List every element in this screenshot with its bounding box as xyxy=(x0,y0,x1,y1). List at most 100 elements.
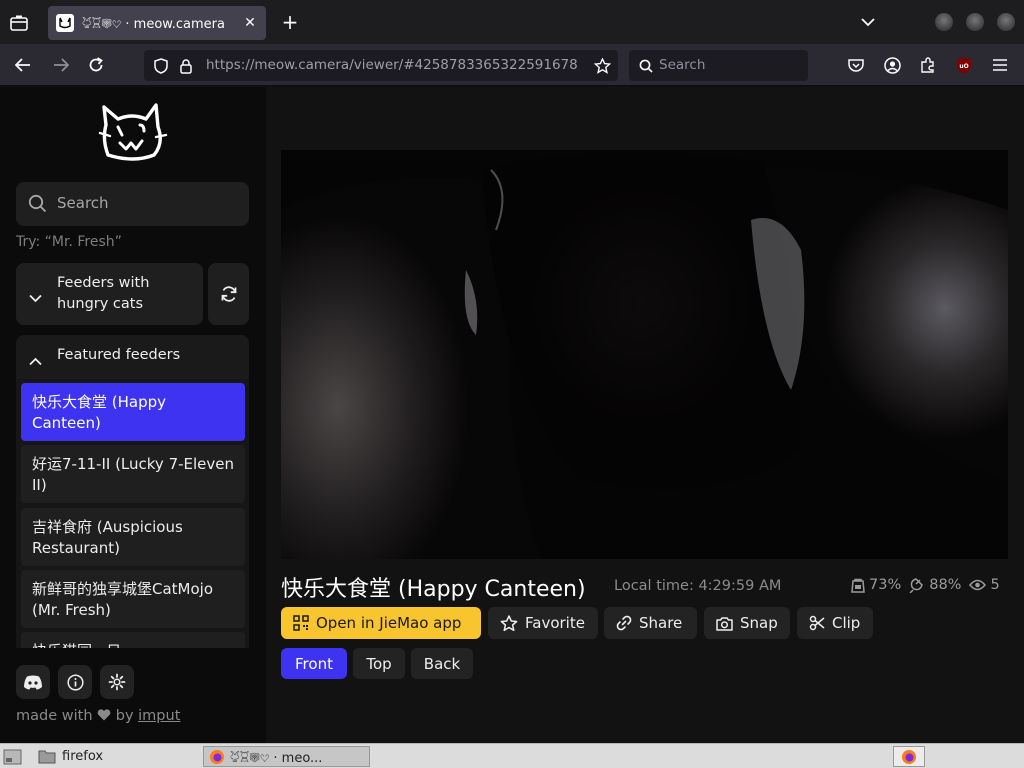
taskbar-tray-firefox[interactable] xyxy=(893,746,925,767)
share-button[interactable]: Share xyxy=(604,607,697,639)
local-time: Local time: 4:29:59 AM xyxy=(614,578,782,594)
made-with-credit: made with by imput xyxy=(16,708,180,724)
pocket-icon[interactable] xyxy=(846,55,866,75)
url-host: https://meow.camera xyxy=(206,57,350,73)
star-icon xyxy=(500,614,518,631)
camera-frame-image xyxy=(281,150,1008,559)
open-in-jiemao-app-button[interactable]: Open in JieMao app xyxy=(281,607,481,639)
author-link[interactable]: imput xyxy=(138,708,180,724)
bookmark-star-icon[interactable] xyxy=(592,56,612,76)
account-icon[interactable] xyxy=(882,55,902,75)
featured-feeder-list: 快乐大食堂 (Happy Canteen) 好运7-11-II (Lucky 7… xyxy=(16,379,249,648)
firefox-icon xyxy=(210,749,224,764)
firefox-icon xyxy=(902,749,916,764)
lock-icon[interactable] xyxy=(177,57,195,75)
taskbar-folder-label: firefox xyxy=(62,749,104,764)
feeder-stats: 73% 88% 5 xyxy=(851,577,1008,593)
ublock-origin-icon[interactable]: uO xyxy=(954,55,974,75)
clip-label: Clip xyxy=(832,614,861,632)
view-top-button[interactable]: Top xyxy=(353,648,405,679)
snap-button[interactable]: Snap xyxy=(704,607,790,639)
reload-icon[interactable] xyxy=(86,55,106,75)
feeder-title: 快乐大食堂 (Happy Canteen) xyxy=(281,577,586,602)
chevron-down-icon[interactable] xyxy=(858,12,878,32)
feeder-search-placeholder: Search xyxy=(57,194,109,212)
taskbar-folder-firefox[interactable]: firefox xyxy=(38,746,103,767)
extensions-icon[interactable] xyxy=(918,55,938,75)
tab-list-icon[interactable] xyxy=(8,12,30,34)
browser-search-placeholder: Search xyxy=(659,57,706,73)
info-icon xyxy=(66,673,84,691)
link-icon xyxy=(616,615,632,631)
sidebar: Search Try: “Mr. Fresh” Feeders with hun… xyxy=(0,87,266,743)
featured-feeders-label: Featured feeders xyxy=(57,347,181,363)
shield-icon[interactable] xyxy=(152,57,170,75)
by-text: by xyxy=(115,708,134,724)
settings-button[interactable] xyxy=(100,665,134,699)
discord-icon xyxy=(24,675,42,689)
minimize-window-button[interactable] xyxy=(935,13,953,31)
feeder-search-input[interactable]: Search xyxy=(16,182,249,226)
feeder-item-partial[interactable]: 快乐猫园 · 日 xyxy=(21,632,245,648)
browser-search-bar[interactable]: Search xyxy=(629,50,808,81)
share-label: Share xyxy=(639,614,683,632)
camera-icon xyxy=(716,616,733,631)
meow-camera-page: Search Try: “Mr. Fresh” Feeders with hun… xyxy=(0,87,1024,743)
food-bag-icon xyxy=(851,578,865,593)
back-arrow-icon[interactable] xyxy=(13,55,33,75)
url-text[interactable]: https://meow.camera/viewer/#425878336532… xyxy=(206,57,578,73)
chevron-down-icon xyxy=(29,288,42,307)
browser-tab[interactable]: 𔘐𔘑𔘒𔘓 · meow.camera ✕ xyxy=(48,6,266,40)
url-bar[interactable]: https://meow.camera/viewer/#425878336532… xyxy=(144,50,618,81)
battery-stat: 88% xyxy=(909,577,961,593)
gear-icon xyxy=(108,673,126,691)
feeder-item-happy-canteen[interactable]: 快乐大食堂 (Happy Canteen) xyxy=(21,383,245,441)
eye-icon xyxy=(969,579,987,591)
refresh-button[interactable] xyxy=(208,263,249,325)
taskbar-window-label: 𔘐𔘑𔘒𔘓 · meo... xyxy=(230,750,323,766)
view-front-button[interactable]: Front xyxy=(281,648,347,679)
favorite-label: Favorite xyxy=(525,614,585,632)
refresh-icon xyxy=(221,286,236,302)
camera-video-feed[interactable] xyxy=(281,150,1008,559)
made-with-text: made with xyxy=(16,708,93,724)
forward-arrow-icon[interactable] xyxy=(51,55,71,75)
search-hint: Try: “Mr. Fresh” xyxy=(16,234,122,250)
url-path: /viewer/#4258783365322591678 xyxy=(349,57,578,73)
open-in-app-label: Open in JieMao app xyxy=(316,614,462,632)
navigation-bar: https://meow.camera/viewer/#425878336532… xyxy=(0,44,1024,86)
new-tab-icon[interactable]: + xyxy=(280,10,300,34)
viewers-value: 5 xyxy=(990,577,1000,593)
feeders-hungry-cats-label: Feeders with hungry cats xyxy=(57,275,150,312)
discord-button[interactable] xyxy=(16,665,50,699)
desktop-taskbar: firefox 𔘐𔘑𔘒𔘓 · meo... xyxy=(0,743,1024,768)
about-button[interactable] xyxy=(58,665,92,699)
tab-bar: 𔘐𔘑𔘒𔘓 · meow.camera ✕ + xyxy=(0,0,1024,44)
feeder-item-lucky-7-eleven-ii[interactable]: 好运7-11-II (Lucky 7-Eleven II) xyxy=(21,445,245,503)
search-icon xyxy=(28,194,47,217)
view-back-button[interactable]: Back xyxy=(411,648,473,679)
show-desktop-icon[interactable] xyxy=(3,746,23,767)
feeder-item-mr-fresh[interactable]: 新鲜哥的独享城堡CatMojo (Mr. Fresh) xyxy=(21,570,245,628)
hamburger-menu-icon[interactable] xyxy=(990,55,1010,75)
meow-camera-logo-icon[interactable] xyxy=(98,103,168,169)
search-icon xyxy=(638,58,653,73)
chevron-up-icon xyxy=(29,351,42,370)
featured-feeders-toggle[interactable]: Featured feeders xyxy=(16,335,249,379)
close-window-button[interactable] xyxy=(997,13,1015,31)
scissors-icon xyxy=(809,615,825,631)
feeder-item-auspicious-restaurant[interactable]: 吉祥食府 (Auspicious Restaurant) xyxy=(21,508,245,566)
clip-button[interactable]: Clip xyxy=(797,607,873,639)
qr-code-icon xyxy=(293,615,309,631)
close-tab-icon[interactable]: ✕ xyxy=(242,15,258,31)
folder-icon xyxy=(38,750,56,764)
viewers-stat: 5 xyxy=(969,577,1000,593)
taskbar-window-firefox[interactable]: 𔘐𔘑𔘒𔘓 · meo... xyxy=(203,746,370,767)
food-level-stat: 73% xyxy=(851,577,901,593)
favorite-button[interactable]: Favorite xyxy=(488,607,598,639)
battery-value: 88% xyxy=(929,577,962,593)
svg-text:uO: uO xyxy=(959,63,968,70)
maximize-window-button[interactable] xyxy=(966,13,984,31)
feeders-hungry-cats-toggle[interactable]: Feeders with hungry cats xyxy=(16,263,203,325)
tab-title: 𔘐𔘑𔘒𔘓 · meow.camera xyxy=(82,17,225,32)
